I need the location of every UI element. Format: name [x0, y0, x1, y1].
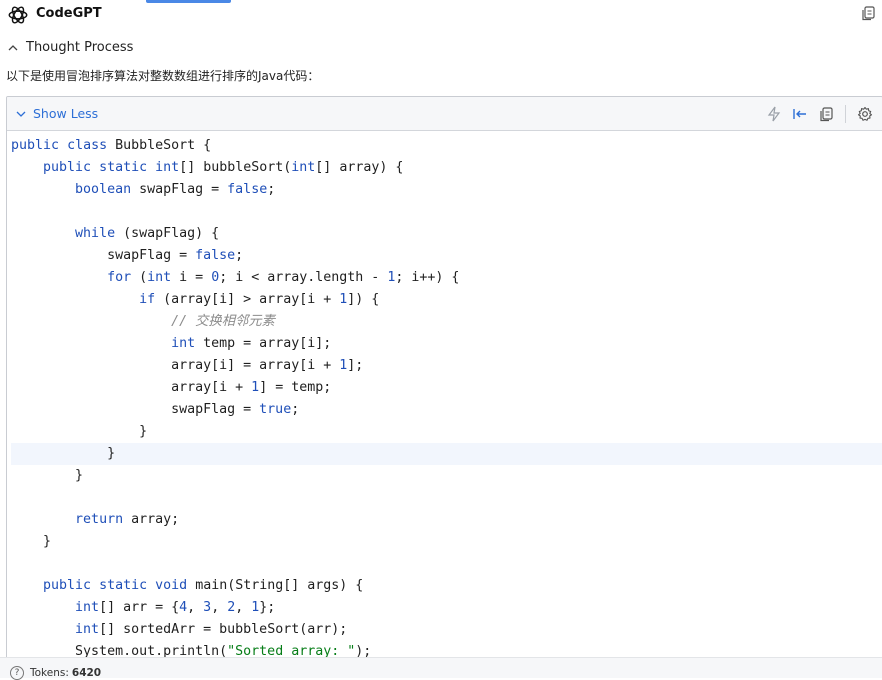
code-line: while (swapFlag) { — [75, 226, 220, 241]
copy-icon[interactable] — [862, 6, 875, 21]
intro-text: 以下是使用冒泡排序算法对整数数组进行排序的Java代码： — [6, 69, 320, 83]
toolbar-divider — [845, 105, 846, 123]
thought-process-label: Thought Process — [26, 40, 134, 55]
code-line: // 交换相邻元素 — [171, 314, 275, 329]
settings-icon[interactable] — [856, 105, 874, 123]
code-line: public static void main(String[] args) { — [43, 578, 364, 593]
app-title: CodeGPT — [36, 6, 102, 21]
tokens-label: Tokens: — [30, 667, 69, 679]
code-line: if (array[i] > array[i + 1]) { — [139, 292, 380, 307]
token-counter: ? Tokens: 6420 — [10, 666, 101, 680]
status-footer: ? Tokens: 6420 — [0, 657, 882, 680]
code-line: for (int i = 0; i < array.length - 1; i+… — [107, 270, 460, 285]
code-line: boolean swapFlag = false; — [75, 182, 276, 197]
tokens-value: 6420 — [71, 667, 102, 679]
help-icon[interactable]: ? — [10, 666, 24, 680]
code-line: int temp = array[i]; — [171, 336, 332, 351]
copy-code-icon[interactable] — [817, 105, 835, 123]
code-line: array[i + 1] = temp; — [11, 380, 332, 395]
code-content: public class BubbleSort { public static … — [7, 131, 882, 663]
code-line: int[] sortedArr = bubbleSort(arr); — [75, 622, 348, 637]
show-less-button[interactable]: Show Less — [16, 106, 98, 121]
code-toolbar: Show Less — [7, 97, 882, 131]
code-line: public class BubbleSort { — [11, 138, 212, 153]
lightning-icon[interactable] — [765, 105, 783, 123]
codegpt-logo-icon — [8, 6, 28, 24]
code-editor[interactable]: public class BubbleSort { public static … — [7, 131, 882, 667]
code-line: } — [11, 534, 52, 549]
code-line: } — [11, 424, 148, 439]
code-line: swapFlag = true; — [11, 402, 300, 417]
code-line: swapFlag = false; — [11, 248, 244, 263]
thought-process-toggle[interactable]: Thought Process — [8, 40, 133, 55]
chevron-up-icon — [8, 44, 18, 50]
show-less-label: Show Less — [33, 106, 99, 121]
code-line: array[i] = array[i + 1]; — [11, 358, 364, 373]
code-block: Show Less public class BubbleSort { publ… — [6, 96, 882, 668]
code-line: int[] arr = {4, 3, 2, 1}; — [75, 600, 276, 615]
code-line: return array; — [75, 512, 180, 527]
code-line: } — [11, 468, 84, 483]
header: CodeGPT — [0, 0, 882, 30]
chevron-down-icon — [16, 111, 26, 117]
insert-left-icon[interactable] — [791, 105, 809, 123]
code-line: public static int[] bubbleSort(int[] arr… — [43, 160, 404, 175]
code-line: } — [11, 443, 882, 465]
